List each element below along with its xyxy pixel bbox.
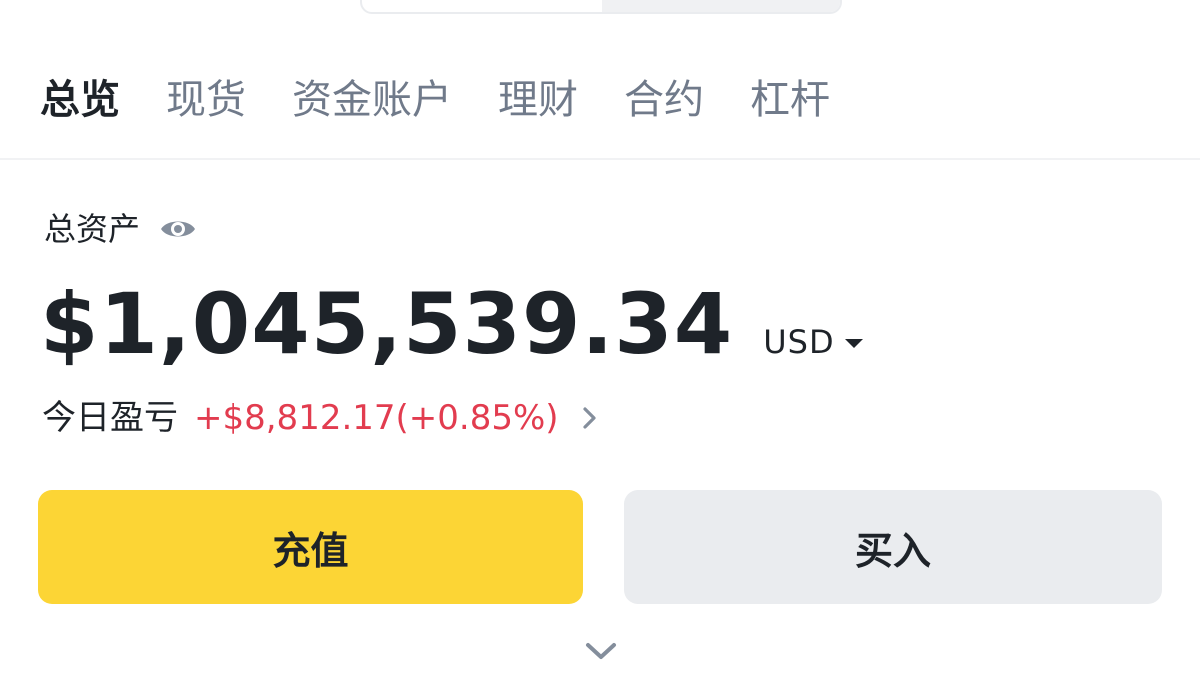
chevron-right-icon [581,405,599,431]
tab-margin[interactable]: 杠杆 [750,72,830,128]
eye-icon[interactable] [158,209,198,249]
today-pnl-row[interactable]: 今日盈亏 +$8,812.17(+0.85%) [42,392,599,444]
tab-overview[interactable]: 总览 [40,72,120,128]
top-segmented-control[interactable] [360,0,842,14]
today-pnl-label: 今日盈亏 [42,398,178,438]
tabs-divider [0,158,1200,160]
caret-down-icon [843,335,865,349]
buy-button[interactable]: 买入 [624,490,1162,604]
tab-earn[interactable]: 理财 [498,72,578,128]
total-assets-label: 总资产 [44,210,141,248]
tab-funding-account[interactable]: 资金账户 [292,72,452,128]
total-balance: $1,045,539.34 [40,275,734,373]
tab-spot[interactable]: 现货 [166,72,246,128]
currency-selector[interactable]: USD [763,322,864,362]
total-assets-header: 总资产 [44,206,198,252]
segmented-option-inactive[interactable] [602,0,840,12]
chevron-down-icon[interactable] [584,640,618,662]
currency-label: USD [763,323,835,361]
deposit-button[interactable]: 充值 [38,490,583,604]
balance-row: $1,045,539.34 USD [40,272,865,372]
tab-futures[interactable]: 合约 [624,72,704,128]
account-tabs: 总览 现货 资金账户 理财 合约 杠杆 [40,72,876,128]
today-pnl-value: +$8,812.17(+0.85%) [194,398,559,438]
